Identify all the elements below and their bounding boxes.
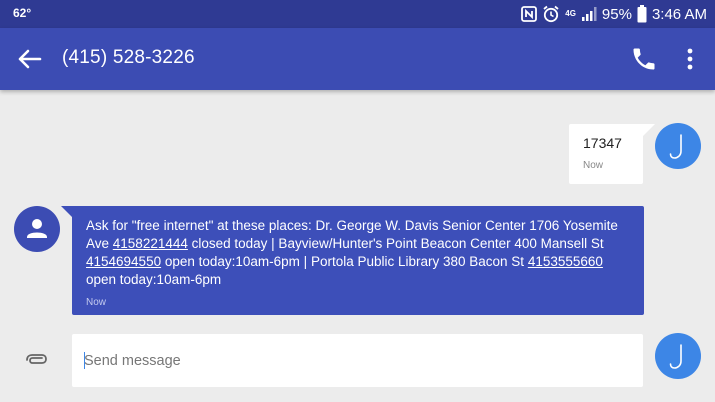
incoming-message-bubble[interactable]: Ask for "free internet" at these places:… xyxy=(61,206,644,315)
app-bar: (415) 528-3226 xyxy=(0,28,715,90)
self-avatar xyxy=(655,123,701,169)
battery-icon xyxy=(637,5,647,23)
message-text: Ask for "free internet" at these places:… xyxy=(86,217,630,289)
self-initial-icon xyxy=(669,134,682,159)
call-button[interactable] xyxy=(630,45,658,73)
battery-percent: 95% xyxy=(601,5,632,23)
alarm-icon xyxy=(543,5,559,23)
more-vert-icon xyxy=(687,48,693,70)
phone-link-beacon-center[interactable]: 4154694550 xyxy=(86,254,161,269)
message-text-segment: open today:10am-6pm xyxy=(86,272,222,287)
arrow-back-icon xyxy=(18,49,42,69)
overflow-menu-button[interactable] xyxy=(680,45,700,73)
back-button[interactable] xyxy=(16,46,46,72)
self-initial-icon xyxy=(669,344,682,369)
message-text: 17347 xyxy=(583,135,622,151)
text-caret xyxy=(84,352,85,369)
status-bar: 62° 4G 95% 3:46 AM xyxy=(0,0,715,28)
outgoing-message-bubble[interactable]: 17347 Now xyxy=(569,124,655,184)
send-as-avatar[interactable] xyxy=(655,333,701,379)
clock: 3:46 AM xyxy=(651,5,707,23)
message-time: Now xyxy=(86,297,107,308)
message-text-segment: open today:10am-6pm | Portola Public Lib… xyxy=(161,254,528,269)
message-text-segment: closed today | Bayview/Hunter's Point Be… xyxy=(187,236,604,251)
contact-title: (415) 528-3226 xyxy=(62,47,195,68)
nfc-icon xyxy=(521,6,538,22)
person-icon xyxy=(27,219,47,238)
status-icons: 4G 95% 3:46 AM xyxy=(521,4,707,24)
phone-link-davis-center[interactable]: 4158221444 xyxy=(113,236,188,251)
contact-avatar[interactable] xyxy=(14,206,60,252)
paperclip-icon xyxy=(26,354,47,364)
weather-temperature: 62° xyxy=(13,6,32,20)
message-time: Now xyxy=(583,160,604,171)
compose-bar xyxy=(0,330,715,402)
network-type: 4G xyxy=(565,9,576,18)
message-input[interactable] xyxy=(72,334,643,387)
phone-link-portola-library[interactable]: 4153555660 xyxy=(528,254,603,269)
signal-icon xyxy=(581,7,597,21)
attach-button[interactable] xyxy=(22,348,50,372)
phone-icon xyxy=(633,48,655,70)
